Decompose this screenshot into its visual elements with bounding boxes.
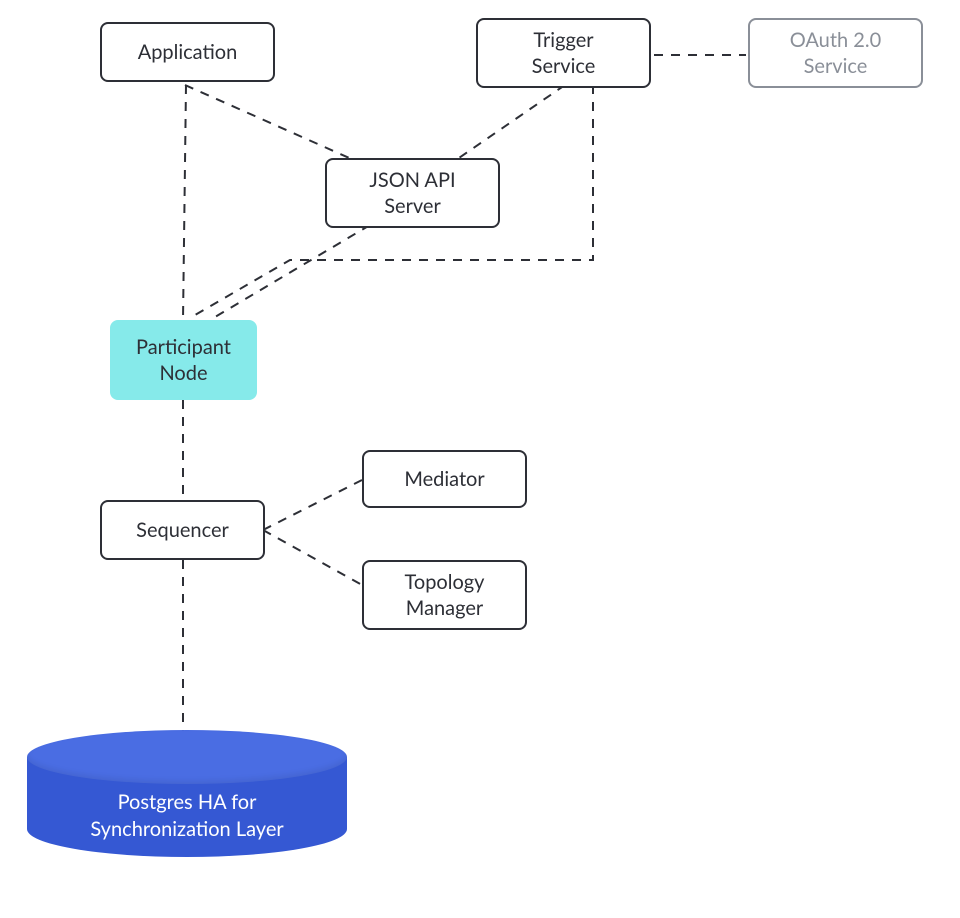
oauth-service-label: OAuth 2.0 Service (790, 27, 881, 79)
trigger-service-label: Trigger Service (532, 27, 596, 79)
sequencer-label: Sequencer (136, 517, 229, 543)
cylinder-top-icon (27, 730, 347, 784)
participant-node: Participant Node (110, 320, 257, 400)
trigger-service-node: Trigger Service (476, 18, 651, 88)
postgres-cylinder: Postgres HA for Synchronization Layer (27, 730, 347, 880)
json-api-label: JSON API Server (369, 167, 455, 219)
participant-node-label: Participant Node (136, 334, 231, 386)
mediator-label: Mediator (404, 466, 484, 492)
postgres-label: Postgres HA for Synchronization Layer (90, 789, 283, 843)
application-label: Application (138, 39, 238, 65)
mediator-node: Mediator (362, 450, 527, 508)
json-api-node: JSON API Server (325, 158, 500, 228)
topology-manager-node: Topology Manager (362, 560, 527, 630)
architecture-diagram: Application Trigger Service OAuth 2.0 Se… (0, 0, 960, 918)
topology-manager-label: Topology Manager (405, 569, 485, 621)
application-node: Application (100, 22, 275, 82)
oauth-service-node: OAuth 2.0 Service (748, 18, 923, 88)
sequencer-node: Sequencer (100, 500, 265, 560)
